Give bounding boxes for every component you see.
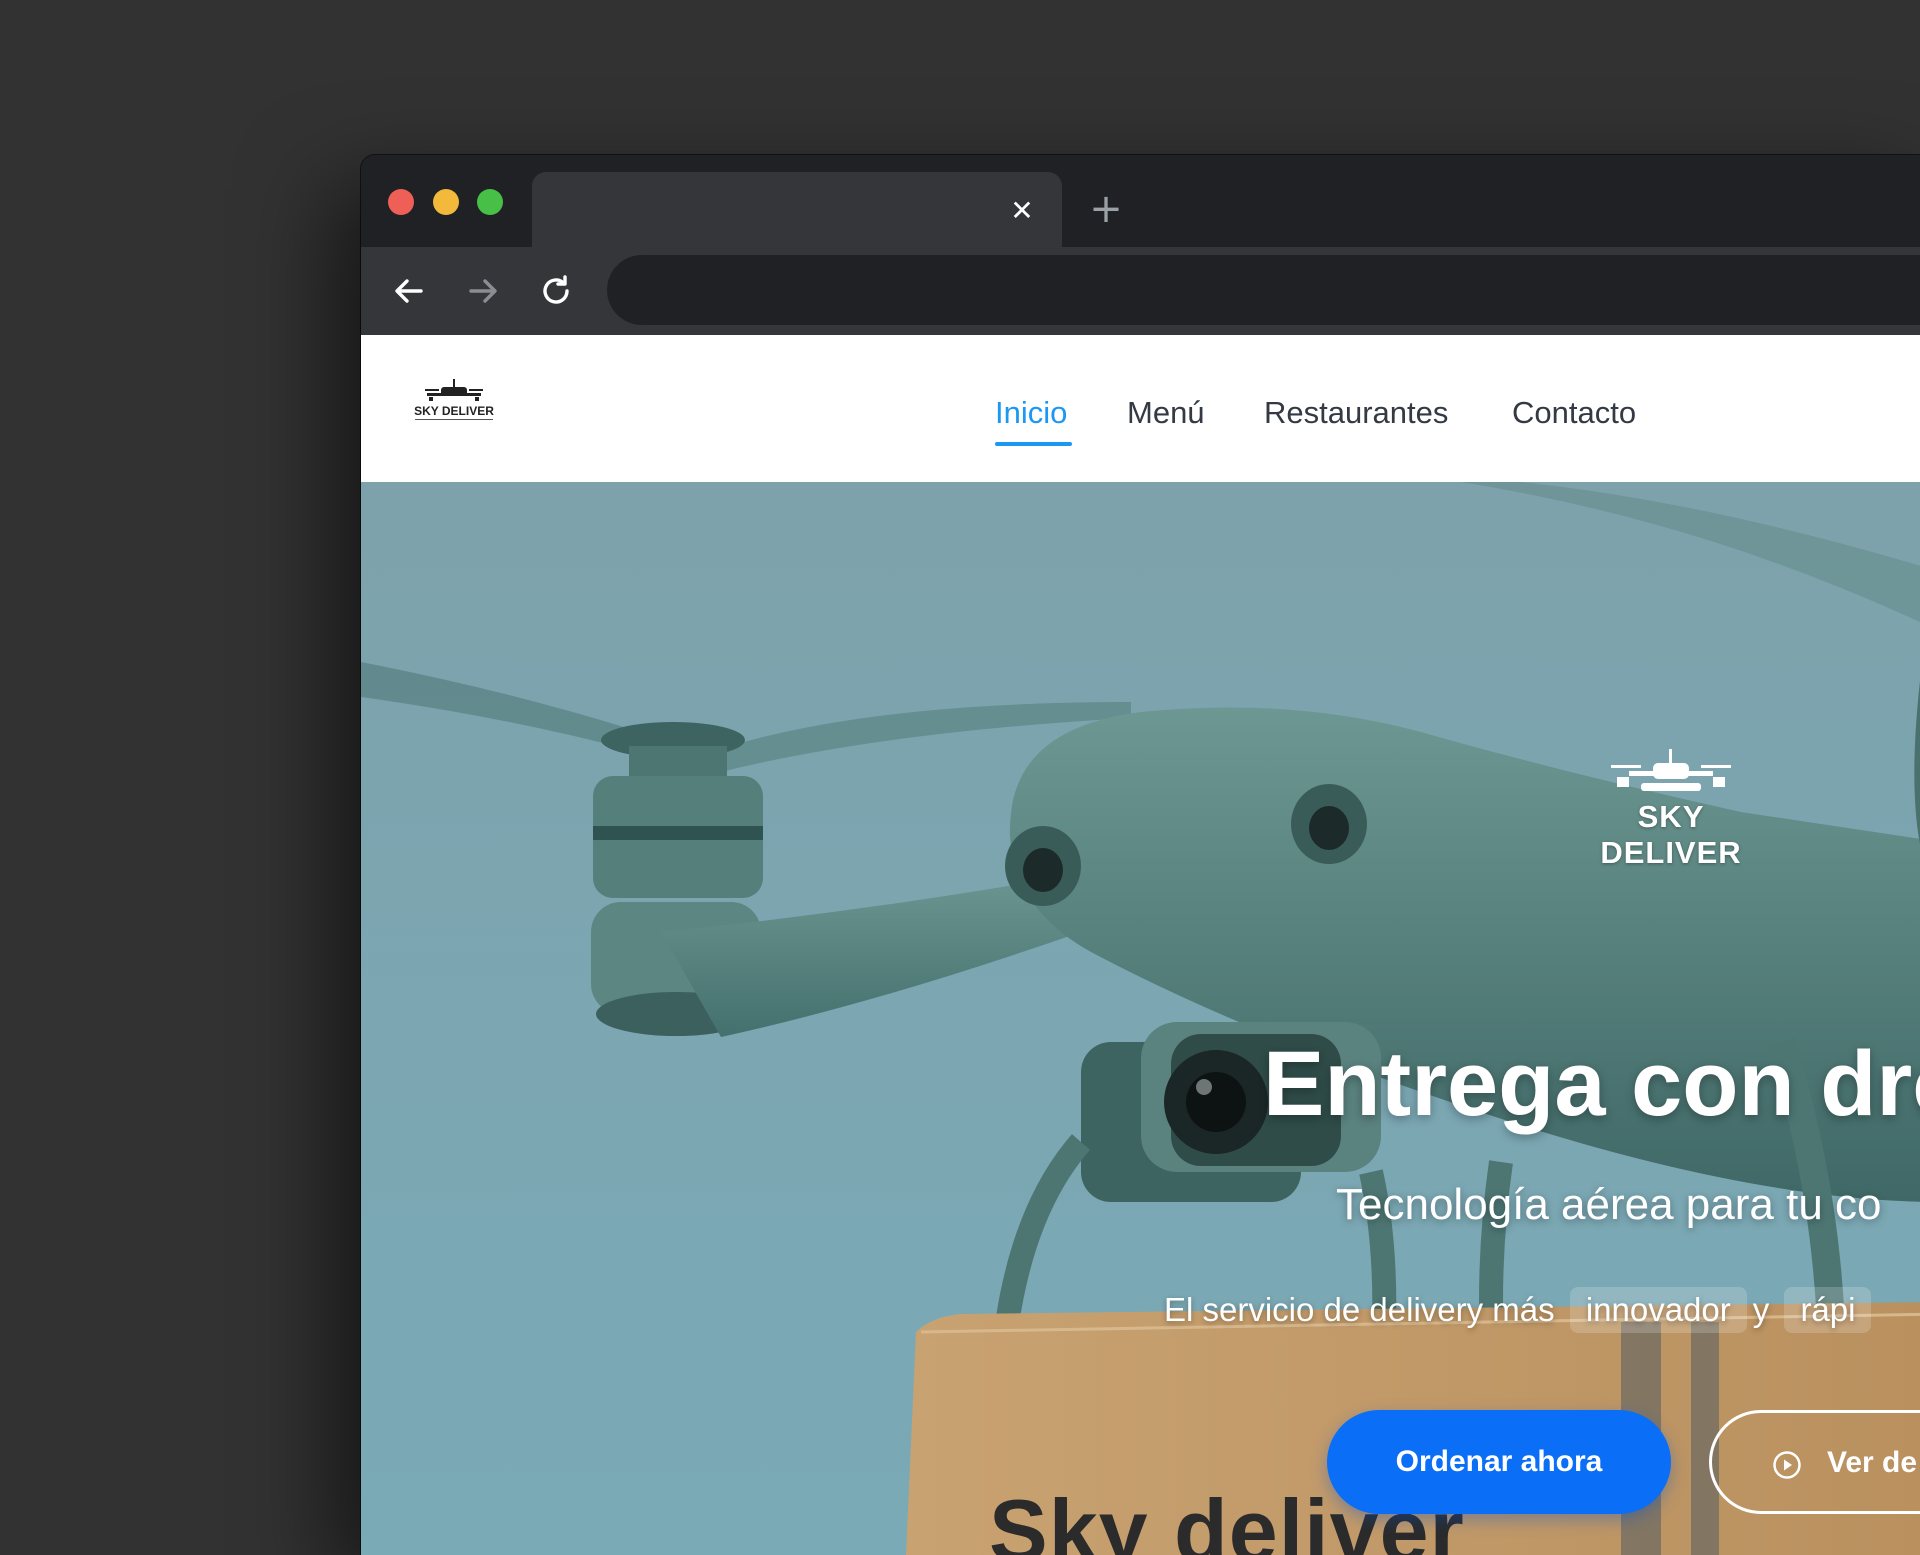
web-page: SKY DELIVER Inicio Menú Restaurantes Con… — [361, 335, 1920, 1555]
nav-link-contacto[interactable]: Contacto — [1512, 395, 1636, 431]
tab-strip: ✕ + — [361, 155, 1920, 247]
browser-tab[interactable]: ✕ — [532, 172, 1062, 247]
close-tab-icon[interactable]: ✕ — [1007, 196, 1037, 226]
tagline-highlight-rapido: rápi — [1784, 1287, 1872, 1333]
zoom-window-button[interactable] — [477, 189, 503, 215]
new-tab-icon[interactable]: + — [1086, 189, 1126, 229]
hero-title: Entrega con dro — [1263, 1033, 1920, 1135]
tagline-highlight-innovador: innovador — [1569, 1287, 1747, 1333]
hero-section: SKY DELIVER Entrega con dro Tecnología a… — [361, 482, 1920, 1555]
reload-icon[interactable] — [534, 269, 578, 313]
hero-logo: SKY DELIVER — [1571, 747, 1771, 870]
active-nav-indicator — [995, 442, 1072, 446]
drone-hero-image — [361, 482, 1920, 1555]
browser-window: ✕ + SKY DELIVER Inicio Menú Restaurantes… — [361, 155, 1920, 1555]
nav-link-restaurantes[interactable]: Restaurantes — [1264, 395, 1448, 431]
tagline-joiner: y — [1752, 1291, 1770, 1328]
hero-tagline: El servicio de delivery más innovador y r… — [1164, 1287, 1877, 1333]
play-circle-icon — [1773, 1451, 1801, 1479]
view-demo-button[interactable]: Ver de — [1709, 1410, 1920, 1514]
close-window-button[interactable] — [388, 189, 414, 215]
minimize-window-button[interactable] — [433, 189, 459, 215]
tagline-prefix: El servicio de delivery más — [1164, 1291, 1555, 1328]
nav-link-menu[interactable]: Menú — [1127, 395, 1205, 431]
view-demo-label: Ver de — [1827, 1446, 1918, 1479]
back-arrow-icon[interactable] — [387, 269, 431, 313]
site-navbar: SKY DELIVER Inicio Menú Restaurantes Con… — [361, 335, 1920, 482]
nav-link-inicio[interactable]: Inicio — [995, 395, 1067, 431]
hero-brand-text: SKY DELIVER — [1600, 799, 1742, 870]
hero-subtitle: Tecnología aérea para tu co — [1336, 1180, 1882, 1229]
address-bar[interactable] — [607, 255, 1920, 325]
logo-text: SKY DELIVER — [414, 404, 494, 418]
site-logo[interactable]: SKY DELIVER — [411, 375, 497, 425]
order-now-button[interactable]: Ordenar ahora — [1327, 1410, 1671, 1514]
forward-arrow-icon[interactable] — [461, 269, 505, 313]
